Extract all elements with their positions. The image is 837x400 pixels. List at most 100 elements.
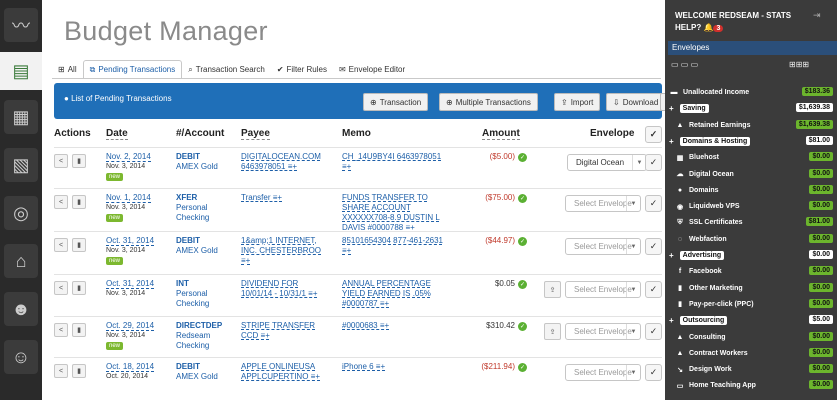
transaction-date[interactable]: Oct. 18, 2014 [106,362,155,372]
approve-all-button[interactable]: ✓ [645,126,662,143]
trash-icon[interactable]: ▮ [72,154,86,168]
plus-icon: ⊕ [370,97,377,107]
notification-badge: 3 [713,25,724,32]
envelope-group[interactable]: + Saving $1,639.38 [669,101,835,116]
trash-icon[interactable]: ▮ [72,195,86,209]
tab-envelope-editor[interactable]: ✉ Envelope Editor [333,60,411,79]
envelope-item[interactable]: ◉ Liquidweb VPS $0.00 [669,199,835,214]
tab-transaction-search[interactable]: ⌕ Transaction Search [182,60,271,79]
collapse-icon[interactable]: ⇥ [813,10,821,21]
trash-icon[interactable]: ▮ [72,281,86,295]
memo[interactable]: ANNUAL PERCENTAGE YIELD EARNED IS .05% #00… [342,279,462,309]
bank-icon[interactable]: ⌂ [4,244,38,278]
envelope-group[interactable]: + Domains & Hosting $81.00 [669,134,835,149]
envelope-select[interactable]: Select Envelope ▼ [565,364,641,381]
envelope-item[interactable]: ▬ Unallocated Income $183.36 [669,85,835,100]
panel-header: ● List of Pending Transactions ⊕ Transact… [54,83,665,119]
add-transaction-button[interactable]: ⊕ Transaction [363,93,429,111]
envelope-item[interactable]: ◌ Webfaction $0.00 [669,232,835,247]
approve-button[interactable]: ✓ [645,238,662,255]
download-button[interactable]: ⇩ Download [606,93,665,111]
approve-button[interactable]: ✓ [645,154,662,171]
approve-button[interactable]: ✓ [645,195,662,212]
memo[interactable]: iPhone 6 ≡+ [342,362,462,372]
col-date[interactable]: Date [106,128,128,140]
transaction-date[interactable]: Oct. 31, 2014 [106,236,155,246]
tab-filter-rules[interactable]: ✔ Filter Rules [271,60,333,79]
approve-button[interactable]: ✓ [645,364,662,381]
transaction-date[interactable]: Oct. 31, 2014 [106,279,155,289]
envelope-item[interactable]: ▭ Home Teaching App $0.00 [669,378,835,393]
expand-icon[interactable]: + [669,137,674,146]
share-button[interactable]: < [54,238,68,252]
posted-date: Nov. 3, 2014 [106,290,146,297]
envelope-item[interactable]: ▮ Other Marketing $0.00 [669,281,835,296]
import-button[interactable]: ⇪ Import [554,93,601,111]
envelope-select[interactable]: Select Envelope ▼ [565,281,641,298]
expand-icon[interactable]: + [669,104,674,113]
memo[interactable]: #0000683 ≡+ [342,321,462,331]
envelope-group[interactable]: + Advertising $0.00 [669,248,835,263]
view-toggle-icon[interactable]: ⊞⊞⊞ [789,60,809,69]
payee[interactable]: Transfer ≡+ [241,193,341,203]
calendar-icon[interactable]: ▦ [4,100,38,134]
tab-all[interactable]: ⊞ All [52,60,83,79]
report-icon[interactable]: ▧ [4,148,38,182]
envelope-tools-icon[interactable]: ▭ ▭ ▭ [671,60,698,69]
envelope-item[interactable]: ▦ Bluehost $0.00 [669,150,835,165]
help-link[interactable]: HELP? [675,23,701,32]
transaction-date[interactable]: Oct. 29, 2014 [106,321,155,331]
trash-icon[interactable]: ▮ [72,238,86,252]
share-button[interactable]: < [54,154,68,168]
user-settings-icon[interactable]: ☻ [4,292,38,326]
envelope-item[interactable]: ▲ Retained Earnings $1,639.38 [669,118,835,133]
envelope-select[interactable]: Select Envelope ▼ [565,238,641,255]
envelope-select[interactable]: Digital Ocean ▼ [567,154,647,171]
transaction-date[interactable]: Nov. 1, 2014 [106,193,151,203]
envelope-item[interactable]: ☁ Digital Ocean $0.00 [669,167,835,182]
expand-icon[interactable]: + [669,251,674,260]
payee[interactable]: DIGITALOCEAN.COM 6463978051 ≡+ [241,152,341,172]
share-button[interactable]: < [54,281,68,295]
money-icon[interactable]: ▤ [0,52,42,90]
envelope-item[interactable]: f Facebook $0.00 [669,264,835,279]
approve-button[interactable]: ✓ [645,281,662,298]
welcome-block: WELCOME REDSEAM - STATS HELP? 🔔 3 [675,10,791,35]
memo[interactable]: FUNDS TRANSFER TO SHARE ACCOUNT XXXXXX708-… [342,193,462,233]
col-payee[interactable]: Payee [241,128,270,140]
chevron-down-icon: ▼ [626,196,640,211]
envelope-group[interactable]: + Outsourcing $5.00 [669,313,835,328]
envelope-item[interactable]: ⛨ SSL Certificates $81.00 [669,215,835,230]
share-button[interactable]: < [54,323,68,337]
envelope-item[interactable]: ↘ Design Work $0.00 [669,362,835,377]
trash-icon[interactable]: ▮ [72,364,86,378]
envelope-item[interactable]: ▲ Consulting $0.00 [669,330,835,345]
split-icon[interactable]: ⇪ [544,323,561,340]
safe-icon[interactable]: ◎ [4,196,38,230]
share-button[interactable]: < [54,195,68,209]
payee[interactable]: STRIPE TRANSFER CCD ≡+ [241,321,341,341]
chart-icon[interactable]: 〰 [4,8,38,42]
col-amount[interactable]: Amount [482,128,520,140]
trash-icon[interactable]: ▮ [72,323,86,337]
memo[interactable]: CH_14U9BY4I 6463978051 ≡+ [342,152,462,172]
share-button[interactable]: < [54,364,68,378]
envelope-select[interactable]: Select Envelope ▼ [565,195,641,212]
add-multiple-transactions-button[interactable]: ⊕ Multiple Transactions [439,93,538,111]
envelope-select[interactable]: Select Envelope ▼ [565,323,641,340]
payee[interactable]: APPLE ONLINEUSA APPLCUPERTINO ≡+ [241,362,341,382]
notification-icon[interactable]: 🔔 [703,23,713,32]
tab-pending-transactions[interactable]: ⧉ Pending Transactions [82,60,183,79]
expand-icon[interactable]: + [669,316,674,325]
approve-button[interactable]: ✓ [645,323,662,340]
memo[interactable]: 85101654304 877-461-2631 ≡+ [342,236,462,256]
envelope-item[interactable]: ▮ Pay-per-click (PPC) $0.00 [669,297,835,312]
users-icon[interactable]: ☺ [4,340,38,374]
split-icon[interactable]: ⇪ [544,281,561,298]
envelope-item[interactable]: ▲ Contract Workers $0.00 [669,346,835,361]
payee[interactable]: DIVIDEND FOR 10/01/14 - 10/31/1 ≡+ [241,279,341,299]
check-circle-icon: ✓ [518,237,527,246]
payee[interactable]: 1&amp;1 INTERNET, INC. CHESTERBROO ≡+ [241,236,341,266]
envelope-item[interactable]: ● Domains $0.00 [669,183,835,198]
transaction-date[interactable]: Nov. 2, 2014 [106,152,151,162]
